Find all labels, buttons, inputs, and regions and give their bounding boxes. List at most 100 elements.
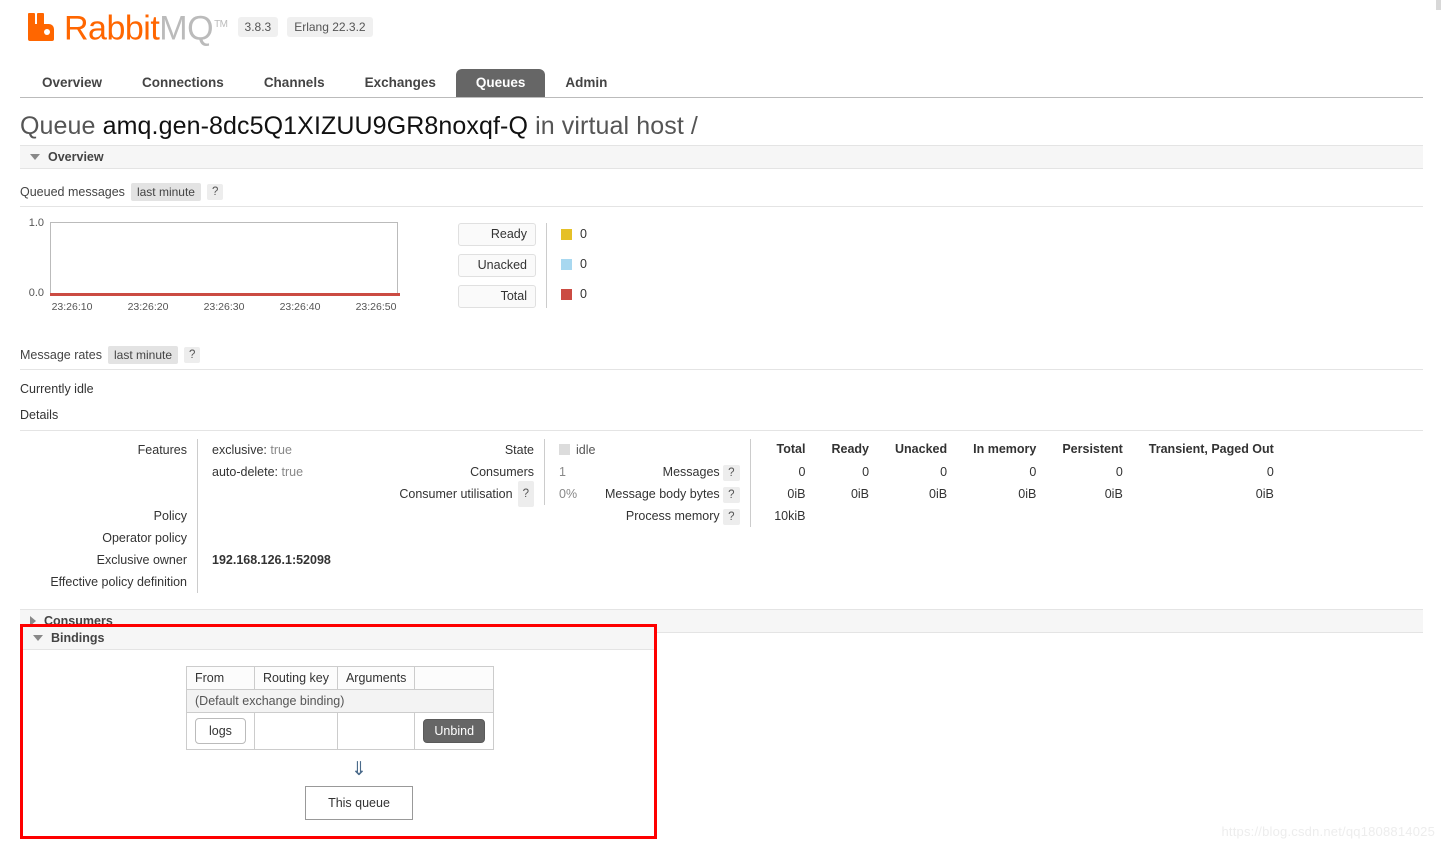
section-overview-label: Overview (48, 150, 104, 164)
x-tick-4: 23:26:50 (355, 301, 397, 313)
row-label-messages: Messages (662, 465, 720, 479)
value-feature-auto-delete: auto-delete: true (212, 461, 331, 483)
main-navigation: Overview Connections Channels Exchanges … (20, 69, 1423, 98)
value-feature-exclusive: exclusive: true (212, 439, 331, 461)
process-memory-ready (805, 505, 869, 527)
version-badge: 3.8.3 (237, 17, 279, 38)
legend-value-total: 0 (561, 283, 587, 305)
legend-swatch-total (561, 288, 572, 300)
row-label-message-body-bytes-cell: Message body bytes ? (605, 483, 751, 505)
tab-admin[interactable]: Admin (545, 69, 627, 97)
details-heading: Details (20, 408, 1423, 431)
state-indicator-icon (559, 444, 570, 455)
tab-channels[interactable]: Channels (244, 69, 345, 97)
legend-button-ready[interactable]: Ready (458, 223, 536, 246)
value-effective-policy-definition (212, 571, 331, 593)
x-axis-tick-labels: 23:26:10 23:26:20 23:26:30 23:26:40 23:2… (34, 301, 414, 313)
brand-rabbit: Rabbit (64, 9, 160, 48)
binding-action-cell: Unbind (414, 712, 495, 750)
message-rates-range-chip[interactable]: last minute (107, 346, 179, 364)
down-arrow-icon: ⇓ (351, 759, 367, 780)
queued-messages-heading: Queued messages last minute ? (20, 183, 1423, 207)
body-bytes-persistent: 0iB (1104, 487, 1123, 501)
tab-exchanges[interactable]: Exchanges (345, 69, 456, 97)
message-rates-heading: Message rates last minute ? (20, 346, 1423, 370)
body-bytes-total: 0iB (787, 487, 806, 501)
label-state: State (504, 443, 534, 457)
column-transient-paged-out: Transient, Paged Out (1148, 442, 1274, 456)
details-state-labels: State Consumers Consumer utilisation ? (390, 439, 545, 507)
body-bytes-transient-paged-out: 0iB (1255, 487, 1274, 501)
bindings-default-row: (Default exchange binding) (185, 689, 495, 713)
legend-button-total[interactable]: Total (458, 285, 536, 308)
section-overview-header[interactable]: Overview (20, 145, 1423, 169)
table-row: logs Unbind (186, 712, 495, 750)
tab-queues[interactable]: Queues (455, 69, 546, 97)
feature-auto-delete-key: auto-delete: (212, 465, 279, 479)
consumer-utilisation-help-icon[interactable]: ? (517, 481, 534, 507)
row-label-process-memory: Process memory (625, 509, 720, 523)
legend-count-unacked: 0 (580, 257, 587, 271)
value-operator-policy (212, 527, 331, 549)
row-label-message-body-bytes: Message body bytes (605, 487, 720, 501)
binding-arguments-cell (336, 712, 416, 750)
x-tick-0: 23:26:10 (51, 301, 93, 313)
label-consumer-utilisation: Consumer utilisation (399, 487, 513, 501)
feature-exclusive-value: true (270, 443, 292, 457)
legend-count-total: 0 (580, 287, 587, 301)
bindings-column-from: From (186, 666, 255, 690)
message-rates-help-icon[interactable]: ? (184, 347, 201, 363)
binding-from-cell: logs (186, 712, 255, 750)
x-tick-3: 23:26:40 (279, 301, 321, 313)
message-body-bytes-help-icon[interactable]: ? (723, 487, 740, 503)
column-persistent: Persistent (1062, 442, 1123, 456)
x-tick-2: 23:26:30 (203, 301, 245, 313)
table-row: Messages ? 0 0 0 0 0 0 (605, 461, 1274, 483)
unbind-button[interactable]: Unbind (423, 719, 486, 743)
bindings-table: From Routing key Arguments (Default exch… (185, 666, 495, 750)
message-rates-status: Currently idle (20, 382, 94, 396)
bindings-column-arguments: Arguments (336, 666, 416, 690)
queued-messages-chart: 1.0 0.0 23:26:10 23:26:20 23:26:30 23:26… (0, 217, 1443, 332)
label-consumers: Consumers (470, 465, 534, 479)
bindings-header-row: From Routing key Arguments (186, 666, 495, 690)
binding-routing-key-cell (253, 712, 338, 750)
label-features: Features (137, 443, 187, 457)
queued-messages-help-icon[interactable]: ? (206, 184, 224, 200)
legend-button-unacked[interactable]: Unacked (458, 254, 536, 277)
chart-legend: Ready Unacked Total 0 0 0 (458, 217, 587, 308)
bindings-body: From Routing key Arguments (Default exch… (23, 650, 654, 820)
brand-mq: MQ (159, 9, 214, 48)
label-exclusive-owner: Exclusive owner (96, 553, 187, 567)
x-tick-1: 23:26:20 (127, 301, 169, 313)
process-memory-help-icon[interactable]: ? (723, 509, 740, 525)
process-memory-total: 10kiB (774, 509, 806, 523)
label-operator-policy: Operator policy (102, 531, 187, 545)
process-memory-persistent (1036, 505, 1122, 527)
app-header: RabbitMQTM 3.8.3 Erlang 22.3.2 (0, 0, 1443, 64)
binding-exchange-link-logs[interactable]: logs (195, 718, 246, 744)
chart-series-total-line (50, 293, 400, 296)
page-title: Queue amq.gen-8dc5Q1XIZUU9GR8noxqf-Q in … (0, 98, 1443, 141)
tab-overview[interactable]: Overview (22, 69, 122, 97)
details-state-column: State Consumers Consumer utilisation ? i… (390, 439, 605, 507)
value-state-text: idle (576, 443, 596, 457)
legend-swatch-unacked (561, 258, 572, 270)
table-row: Message body bytes ? 0iB 0iB 0iB 0iB 0iB… (605, 483, 1274, 505)
table-row: Process memory ? 10kiB (605, 505, 1274, 527)
bindings-default-exchange-text: (Default exchange binding) (185, 689, 495, 713)
row-label-process-memory-cell: Process memory ? (605, 505, 751, 527)
brand-row: RabbitMQTM 3.8.3 Erlang 22.3.2 (28, 8, 1443, 45)
queued-messages-range-chip[interactable]: last minute (130, 183, 201, 201)
label-effective-policy-definition: Effective policy definition (50, 575, 187, 589)
details-features-labels: Features Policy Operator policy Exclusiv… (20, 439, 198, 593)
body-bytes-in-memory: 0iB (1018, 487, 1037, 501)
scrollbar-indicator[interactable] (1436, 0, 1441, 10)
messages-help-icon[interactable]: ? (723, 465, 740, 481)
tab-connections[interactable]: Connections (122, 69, 244, 97)
y-axis-tick-top: 1.0 (28, 217, 44, 229)
section-bindings-header[interactable]: Bindings (23, 627, 654, 650)
messages-persistent: 0 (1115, 465, 1123, 479)
trademark-mark: TM (214, 19, 228, 30)
watermark-text: https://blog.csdn.net/qq1808814025 (1221, 824, 1435, 839)
